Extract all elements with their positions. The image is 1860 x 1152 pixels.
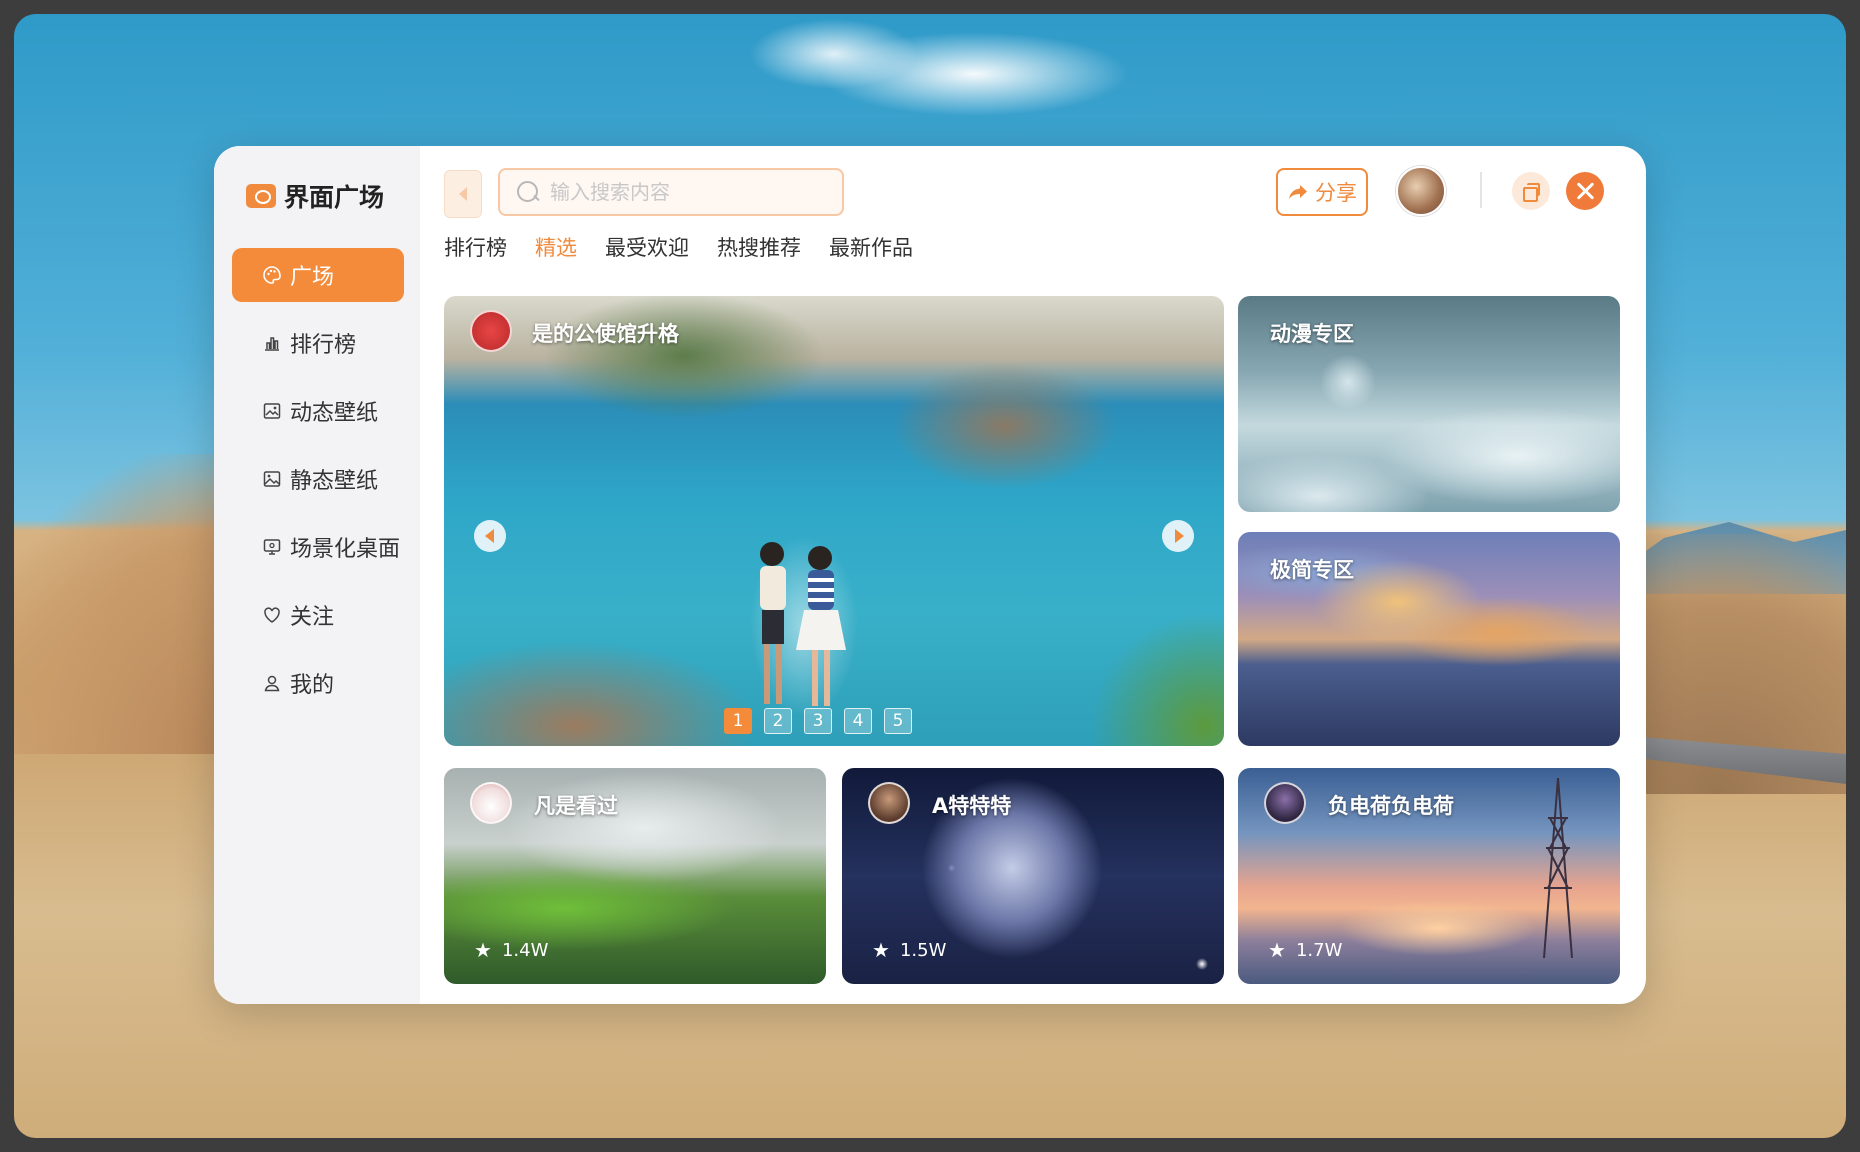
category-tabs: 排行榜 精选 最受欢迎 热搜推荐 最新作品: [444, 232, 913, 262]
hero-carousel[interactable]: 是的公使馆升格 1 2 3 4 5: [444, 296, 1224, 746]
sidebar-item-label: 排行榜: [290, 333, 357, 358]
carousel-page-4[interactable]: 4: [844, 708, 872, 734]
share-button[interactable]: 分享: [1276, 168, 1368, 216]
author-avatar: [1264, 782, 1306, 824]
hero-title: 是的公使馆升格: [532, 322, 679, 346]
share-label: 分享: [1315, 181, 1357, 205]
anime-zone-card[interactable]: 动漫专区: [1238, 296, 1620, 512]
restore-button[interactable]: [1512, 172, 1550, 210]
star-count: ★ 1.4W: [474, 938, 548, 962]
sidebar-item-label: 静态壁纸: [290, 469, 379, 494]
tab-ranking[interactable]: 排行榜: [444, 232, 507, 262]
app-window: 界面广场 广场 排行榜 动态壁纸 静态壁纸 场景化桌面 关注 我的 输入搜索内容…: [214, 146, 1646, 1004]
star-count: ★ 1.7W: [1268, 938, 1342, 962]
carousel-page-1[interactable]: 1: [724, 708, 752, 734]
carousel-next-button[interactable]: [1162, 520, 1194, 552]
wallpaper-card[interactable]: 负电荷负电荷 ★ 1.7W: [1238, 768, 1620, 984]
carousel-page-2[interactable]: 2: [764, 708, 792, 734]
palette-icon: [262, 265, 282, 285]
star-count-value: 1.7W: [1295, 939, 1343, 961]
sidebar-item-label: 广场: [290, 265, 335, 290]
star-count-value: 1.5W: [899, 939, 947, 961]
sidebar-item-label: 场景化桌面: [290, 537, 401, 562]
app-logo: 界面广场: [246, 178, 384, 214]
card-title: 极简专区: [1270, 558, 1354, 582]
search-input[interactable]: [550, 180, 830, 204]
author-avatar: [868, 782, 910, 824]
star-icon: ★: [1268, 938, 1286, 962]
star-count-value: 1.4W: [501, 939, 549, 961]
back-button[interactable]: [444, 170, 482, 218]
close-icon: [1576, 182, 1594, 200]
user-icon: [262, 673, 282, 693]
sidebar-item-plaza[interactable]: 广场: [232, 248, 404, 302]
sidebar-item-dynamic-wallpaper[interactable]: 动态壁纸: [232, 384, 404, 438]
search-box: [498, 168, 844, 216]
share-icon: [1287, 182, 1309, 202]
sidebar-item-ranking[interactable]: 排行榜: [232, 316, 404, 370]
wallpaper-card[interactable]: A特特特 ★ 1.5W: [842, 768, 1224, 984]
couple-illustration: [760, 542, 846, 706]
user-avatar[interactable]: [1396, 166, 1446, 216]
sidebar-item-follow[interactable]: 关注: [232, 588, 404, 642]
header-divider: [1480, 172, 1482, 208]
restore-window-icon: [1523, 183, 1540, 202]
search-icon: [516, 180, 540, 204]
star-count: ★ 1.5W: [872, 938, 946, 962]
card-title: 负电荷负电荷: [1328, 794, 1454, 818]
main-content: 分享 排行榜 精选 最受欢迎 热搜推荐 最新作品 是的公使馆升格: [420, 146, 1646, 1004]
app-title: 界面广场: [284, 183, 385, 212]
sidebar-nav: 广场 排行榜 动态壁纸 静态壁纸 场景化桌面 关注 我的: [232, 248, 404, 724]
heart-icon: [262, 605, 282, 625]
star-icon: ★: [474, 938, 492, 962]
close-button[interactable]: [1566, 172, 1604, 210]
author-avatar: [470, 782, 512, 824]
carousel-prev-button[interactable]: [474, 520, 506, 552]
sidebar-item-static-wallpaper[interactable]: 静态壁纸: [232, 452, 404, 506]
card-title: A特特特: [932, 794, 1012, 818]
wallpaper-card[interactable]: 凡是看过 ★ 1.4W: [444, 768, 826, 984]
sidebar-item-scene-desktop[interactable]: 场景化桌面: [232, 520, 404, 574]
sidebar-item-label: 我的: [290, 673, 335, 698]
sidebar-item-label: 动态壁纸: [290, 401, 379, 426]
sidebar-item-label: 关注: [290, 605, 335, 630]
tab-featured[interactable]: 精选: [535, 232, 577, 262]
desktop-icon: [262, 537, 282, 557]
author-avatar: [470, 310, 512, 352]
card-title: 凡是看过: [534, 794, 618, 818]
dynamic-wallpaper-icon: [262, 401, 282, 421]
tab-latest[interactable]: 最新作品: [829, 232, 913, 262]
carousel-pager: 1 2 3 4 5: [724, 708, 912, 734]
carousel-page-3[interactable]: 3: [804, 708, 832, 734]
sidebar: 界面广场 广场 排行榜 动态壁纸 静态壁纸 场景化桌面 关注 我的: [214, 146, 420, 1004]
star-icon: ★: [872, 938, 890, 962]
carousel-page-5[interactable]: 5: [884, 708, 912, 734]
logo-icon: [246, 184, 276, 208]
tab-most-popular[interactable]: 最受欢迎: [605, 232, 689, 262]
tab-hot-search[interactable]: 热搜推荐: [717, 232, 801, 262]
sidebar-item-mine[interactable]: 我的: [232, 656, 404, 710]
card-title: 动漫专区: [1270, 322, 1354, 346]
bar-chart-icon: [262, 333, 282, 353]
image-icon: [262, 469, 282, 489]
power-tower-illustration: [1543, 778, 1573, 958]
minimal-zone-card[interactable]: 极简专区: [1238, 532, 1620, 746]
